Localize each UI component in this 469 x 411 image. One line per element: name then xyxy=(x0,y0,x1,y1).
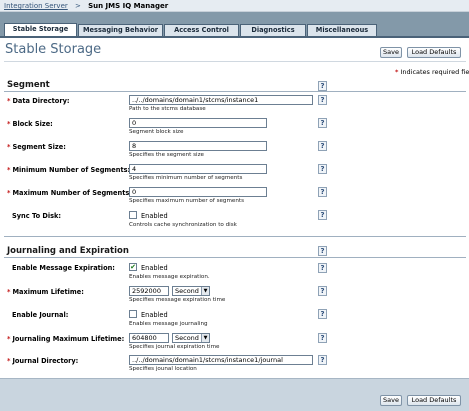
section-divider-journaling xyxy=(4,257,466,258)
label-segment-size: * Segment Size: xyxy=(7,143,66,151)
label-sync-to-disk: Sync To Disk: xyxy=(12,212,62,220)
max-lifetime-unit-select[interactable]: Second ▼ xyxy=(172,286,210,296)
help-icon-block-size[interactable]: ? xyxy=(318,118,327,128)
min-segments-input[interactable]: 4 xyxy=(129,164,267,174)
max-segments-input[interactable]: 0 xyxy=(129,187,267,197)
sync-to-disk-checkbox[interactable] xyxy=(129,211,137,219)
chevron-down-icon: ▼ xyxy=(201,334,209,342)
enable-expiration-checkbox[interactable]: ✔ xyxy=(129,263,137,271)
block-size-input[interactable]: 0 xyxy=(129,118,267,128)
label-block-size: * Block Size: xyxy=(7,120,53,128)
section-title-segment: Segment xyxy=(7,80,50,90)
block-size-help: Segment block size xyxy=(129,129,184,135)
min-segments-help: Specifies minimum number of segments xyxy=(129,175,243,181)
data-directory-input[interactable]: ../../domains/domain1/stcms/instance1 xyxy=(129,95,313,105)
segment-size-input[interactable]: 8 xyxy=(129,141,267,151)
help-icon-segment-size[interactable]: ? xyxy=(318,141,327,151)
help-icon-segment[interactable]: ? xyxy=(318,81,327,91)
enable-journal-checkbox-label[interactable]: Enabled xyxy=(141,311,168,319)
label-enable-journal: Enable Journal: xyxy=(12,311,69,319)
section-title-journaling: Journaling and Expiration xyxy=(7,246,129,256)
journal-max-lifetime-help: Specifies journal expiration time xyxy=(129,344,220,350)
required-star: * xyxy=(395,68,399,76)
max-segments-help: Specifies maximum number of segments xyxy=(129,198,245,204)
label-enable-expiration: Enable Message Expiration: xyxy=(12,264,115,272)
help-icon-journal-directory[interactable]: ? xyxy=(318,355,327,365)
data-directory-help: Path to the stcms database xyxy=(129,106,206,112)
max-lifetime-input[interactable]: 2592000 xyxy=(129,286,169,296)
enable-expiration-checkbox-label[interactable]: Enabled xyxy=(141,264,168,272)
breadcrumb-separator: > xyxy=(75,2,81,10)
label-max-segments: * Maximum Number of Segments: xyxy=(7,189,132,197)
section-divider-segment xyxy=(4,91,466,92)
tab-miscellaneous[interactable]: Miscellaneous xyxy=(307,24,377,36)
enable-journal-checkbox[interactable] xyxy=(129,310,137,318)
page-title: Stable Storage xyxy=(5,42,102,57)
journal-directory-help: Specifies jounal location xyxy=(129,366,197,372)
max-lifetime-help: Specifies message expiration time xyxy=(129,297,226,303)
help-icon-sync-to-disk[interactable]: ? xyxy=(318,210,327,220)
breadcrumb-link-integration-server[interactable]: Integration Server xyxy=(4,2,68,10)
help-icon-enable-journal[interactable]: ? xyxy=(318,309,327,319)
save-button-top[interactable]: Save xyxy=(380,47,402,58)
label-journal-max-lifetime: * Journaling Maximum Lifetime: xyxy=(7,335,125,343)
label-journal-directory: * Journal Directory: xyxy=(7,357,79,365)
save-button-bottom[interactable]: Save xyxy=(380,395,402,406)
journal-max-lifetime-input[interactable]: 604800 xyxy=(129,333,169,343)
load-defaults-button-top[interactable]: Load Defaults xyxy=(407,47,461,58)
tab-diagnostics[interactable]: Diagnostics xyxy=(240,24,306,36)
journal-directory-input[interactable]: ../../domains/domain1/stcms/instance1/jo… xyxy=(129,355,313,365)
help-icon-data-directory[interactable]: ? xyxy=(318,95,327,105)
breadcrumb: Integration Server > Sun JMS IQ Manager xyxy=(0,0,469,12)
help-icon-max-lifetime[interactable]: ? xyxy=(318,286,327,296)
load-defaults-button-bottom[interactable]: Load Defaults xyxy=(407,395,461,406)
section-divider-top-journaling xyxy=(4,236,466,237)
breadcrumb-current: Sun JMS IQ Manager xyxy=(88,2,169,10)
tab-underline xyxy=(0,36,469,38)
chevron-down-icon: ▼ xyxy=(201,287,209,295)
tab-stable-storage[interactable]: Stable Storage xyxy=(4,23,77,37)
enable-expiration-help: Enables message expiration. xyxy=(129,274,210,280)
help-icon-enable-expiration[interactable]: ? xyxy=(318,263,327,273)
sync-to-disk-help: Controls cache synchronization to disk xyxy=(129,222,237,228)
help-icon-max-segments[interactable]: ? xyxy=(318,187,327,197)
journal-max-lifetime-unit-select[interactable]: Second ▼ xyxy=(172,333,210,343)
segment-size-help: Specifies the segment size xyxy=(129,152,204,158)
help-icon-min-segments[interactable]: ? xyxy=(318,164,327,174)
label-max-lifetime: * Maximum Lifetime: xyxy=(7,288,84,296)
required-legend: * Indicates required field xyxy=(395,68,469,76)
sync-to-disk-checkbox-label[interactable]: Enabled xyxy=(141,212,168,220)
help-icon-journal-max-lifetime[interactable]: ? xyxy=(318,333,327,343)
tab-access-control[interactable]: Access Control xyxy=(164,24,239,36)
help-icon-journaling[interactable]: ? xyxy=(318,246,327,256)
required-legend-text: Indicates required field xyxy=(400,68,469,76)
label-min-segments: * Minimum Number of Segments: xyxy=(7,166,131,174)
tab-messaging-behavior[interactable]: Messaging Behavior xyxy=(78,24,163,36)
title-divider xyxy=(4,61,466,62)
label-data-directory: * Data Directory: xyxy=(7,97,70,105)
tab-bar: Stable Storage Messaging Behavior Access… xyxy=(0,12,469,38)
enable-journal-help: Enables message journaling xyxy=(129,321,208,327)
